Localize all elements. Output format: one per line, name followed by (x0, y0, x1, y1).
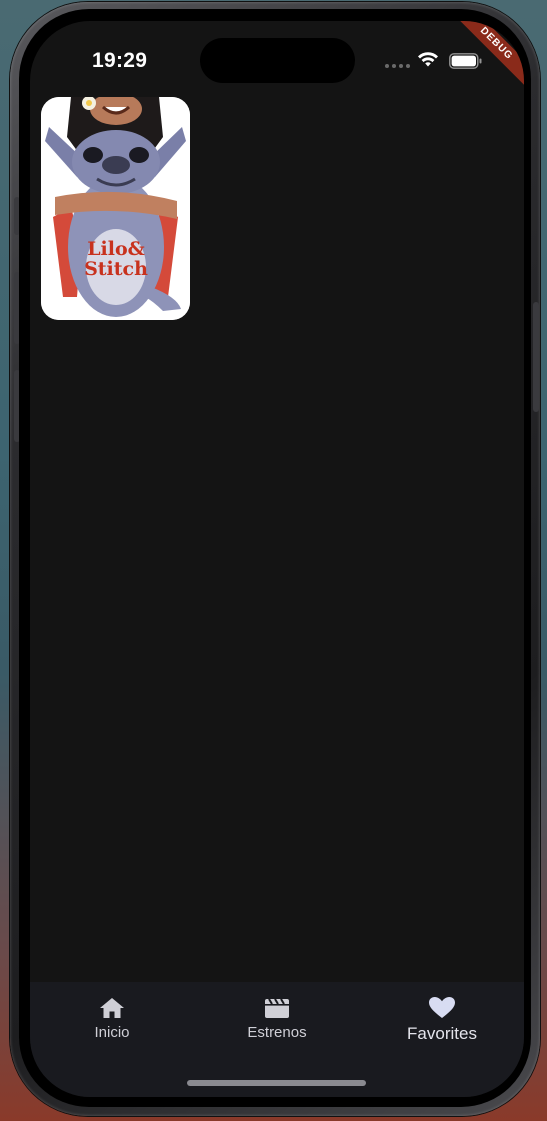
heart-icon (429, 997, 455, 1018)
lilo-and-stitch-poster-image: Lilo& Stitch (41, 97, 190, 320)
battery-icon (449, 53, 482, 69)
clapperboard-icon (265, 998, 289, 1018)
home-indicator[interactable] (187, 1080, 366, 1086)
dynamic-island (200, 38, 355, 83)
home-icon (100, 998, 124, 1018)
nav-item-inicio[interactable]: Inicio (32, 996, 192, 1041)
wifi-icon (418, 52, 438, 67)
cellular-dots-icon (385, 64, 410, 68)
poster-logo-line2: Stitch (84, 258, 148, 280)
status-time: 19:29 (92, 49, 148, 72)
nav-label-estrenos: Estrenos (247, 1024, 307, 1041)
nav-label-favorites: Favorites (407, 1024, 477, 1043)
favorite-movie-poster[interactable]: Lilo& Stitch (41, 97, 190, 320)
poster-logo-line1: Lilo& (87, 238, 145, 260)
nav-label-inicio: Inicio (94, 1024, 130, 1041)
power-button (533, 302, 539, 412)
app-screen: 19:29 DEBUG Lilo& Stitch Inicio Estrenos… (30, 21, 524, 1097)
nav-item-favorites[interactable]: Favorites (362, 996, 522, 1044)
nav-item-estrenos[interactable]: Estrenos (197, 996, 357, 1041)
